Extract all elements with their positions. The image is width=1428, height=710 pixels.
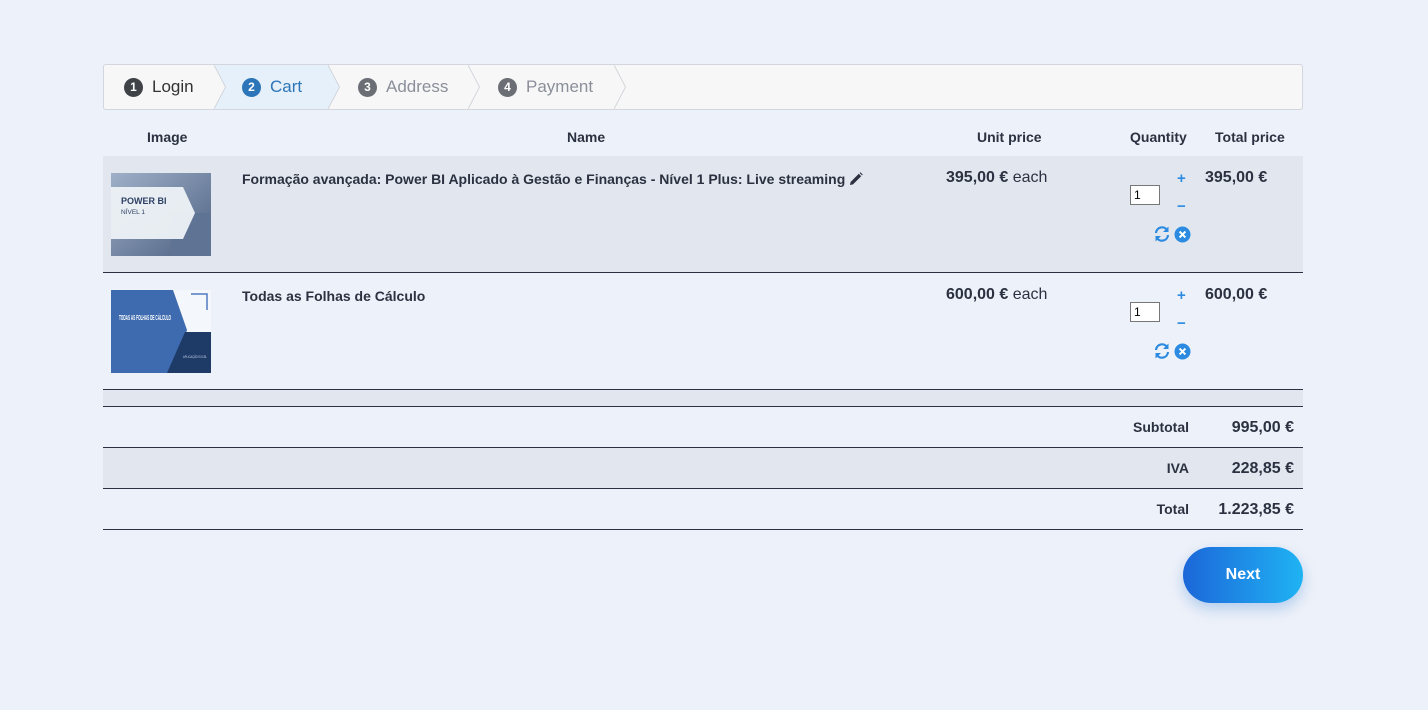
thumb-title: POWER BI — [121, 196, 167, 206]
unit-price-value: 395,00 € — [946, 169, 1009, 186]
quantity-input[interactable] — [1130, 302, 1160, 322]
step-number: 3 — [358, 77, 377, 97]
product-name: Formação avançada: Power BI Aplicado à G… — [242, 171, 864, 189]
header-total-price: Total price — [1215, 129, 1285, 145]
subtotal-label: Subtotal — [1133, 419, 1189, 435]
vat-row: IVA 228,85 € — [103, 448, 1303, 489]
decrease-quantity-button[interactable]: − — [1177, 315, 1186, 332]
refresh-icon[interactable] — [1153, 225, 1171, 243]
checkout-steps: 1 Login 2 Cart 3 Address 4 Payment — [103, 64, 1303, 110]
unit-price: 600,00 € each — [946, 286, 1047, 304]
step-address[interactable]: 3 Address — [328, 65, 480, 109]
thumb-subtitle: NÍVEL 1 — [121, 207, 145, 216]
checkout-container: 1 Login 2 Cart 3 Address 4 Payment Image… — [103, 64, 1303, 603]
header-image: Image — [147, 129, 188, 145]
step-payment[interactable]: 4 Payment — [468, 65, 626, 109]
unit-price: 395,00 € each — [946, 169, 1047, 187]
cart-table-header: Image Name Unit price Quantity Total pri… — [103, 110, 1303, 156]
total-value: 1.223,85 € — [1218, 501, 1294, 518]
step-number: 2 — [242, 77, 261, 97]
unit-price-suffix: each — [1012, 286, 1048, 303]
total-row: Total 1.223,85 € — [103, 489, 1303, 530]
item-total-price: 395,00 € — [1205, 169, 1268, 186]
product-name-link[interactable]: Formação avançada: Power BI Aplicado à G… — [242, 171, 845, 187]
cart-item-row: TODAS AS FOLHAS DE CÁLCULO APLICAÇÃO EXC… — [103, 273, 1303, 390]
step-label: Payment — [526, 77, 594, 96]
step-label: Address — [386, 77, 449, 96]
thumb-title: TODAS AS FOLHAS DE CÁLCULO — [119, 313, 171, 322]
total-label: Total — [1156, 501, 1189, 517]
step-login[interactable]: 1 Login — [104, 65, 226, 109]
vat-value: 228,85 € — [1231, 460, 1294, 477]
increase-quantity-button[interactable]: + — [1177, 287, 1186, 304]
decrease-quantity-button[interactable]: − — [1177, 198, 1186, 215]
step-label: Login — [152, 77, 194, 96]
step-number: 4 — [498, 77, 517, 97]
product-image[interactable]: TODAS AS FOLHAS DE CÁLCULO APLICAÇÃO EXC… — [111, 290, 211, 373]
product-image[interactable]: POWER BI NÍVEL 1 — [111, 173, 211, 256]
pencil-icon[interactable] — [849, 172, 864, 189]
remove-circle-icon[interactable] — [1174, 343, 1191, 360]
product-name-link[interactable]: Todas as Folhas de Cálculo — [242, 288, 425, 304]
vat-label: IVA — [1166, 460, 1189, 476]
cart-item-row: POWER BI NÍVEL 1 Formação avançada: Powe… — [103, 156, 1303, 273]
step-cart[interactable]: 2 Cart — [214, 65, 340, 109]
header-unit-price: Unit price — [977, 129, 1042, 145]
subtotal-row: Subtotal 995,00 € — [103, 407, 1303, 448]
header-name: Name — [567, 129, 606, 145]
item-total-price: 600,00 € — [1205, 286, 1268, 303]
quantity-input[interactable] — [1130, 185, 1160, 205]
product-name: Todas as Folhas de Cálculo — [242, 288, 425, 304]
increase-quantity-button[interactable]: + — [1177, 170, 1186, 187]
subtotal-value: 995,00 € — [1231, 419, 1294, 436]
unit-price-value: 600,00 € — [946, 286, 1009, 303]
next-button[interactable]: Next — [1183, 547, 1303, 603]
thumb-subtitle: APLICAÇÃO EXCEL — [183, 354, 208, 359]
refresh-icon[interactable] — [1153, 342, 1171, 360]
step-number: 1 — [124, 77, 143, 97]
table-separator — [103, 390, 1303, 407]
remove-circle-icon[interactable] — [1174, 226, 1191, 243]
header-quantity: Quantity — [1130, 129, 1187, 145]
step-label: Cart — [270, 77, 303, 96]
unit-price-suffix: each — [1012, 169, 1048, 186]
